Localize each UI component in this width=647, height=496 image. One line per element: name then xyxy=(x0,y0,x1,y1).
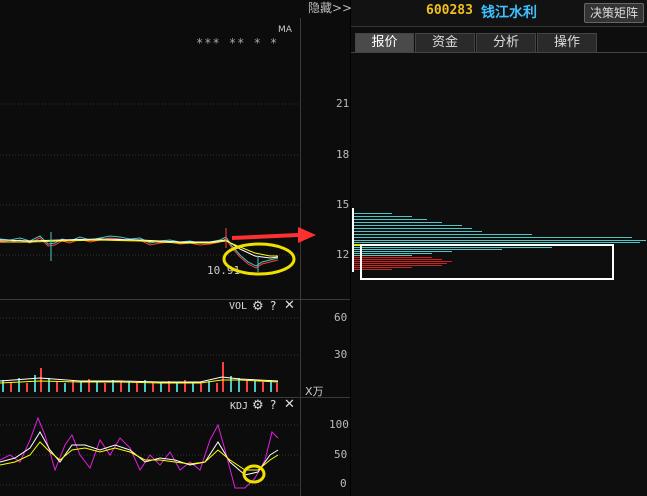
tab-operation[interactable]: 操作 xyxy=(537,33,597,52)
volume-bars xyxy=(0,362,279,392)
chip-bars-upper xyxy=(352,213,646,256)
kdj-d-line xyxy=(0,441,279,471)
kdj-j-line xyxy=(0,416,279,489)
price-gridlines xyxy=(0,103,300,256)
stock-name: 钱江水利 xyxy=(481,5,537,21)
chart-area[interactable]: MA *** ** * * 10.91 21 18 15 12 VOL ⚙ ? … xyxy=(0,0,350,496)
tab-funds[interactable]: 资金 xyxy=(415,33,475,52)
decision-matrix-button[interactable]: 决策矩阵 xyxy=(584,3,644,23)
annotation-arrow-line xyxy=(231,233,299,240)
tab-analysis[interactable]: 分析 xyxy=(476,33,536,52)
chip-distribution xyxy=(352,208,646,280)
chart-graphics xyxy=(0,103,316,489)
annotation-ellipse xyxy=(222,242,296,276)
annotation-arrow-head xyxy=(298,227,316,243)
price-candles xyxy=(0,228,279,272)
tab-quote[interactable]: 报价 xyxy=(355,33,414,52)
hide-button[interactable]: 隐藏>> xyxy=(308,0,352,16)
tab-underline xyxy=(351,52,647,53)
stock-code: 600283 xyxy=(426,3,473,18)
chip-bars-lower xyxy=(352,257,452,270)
